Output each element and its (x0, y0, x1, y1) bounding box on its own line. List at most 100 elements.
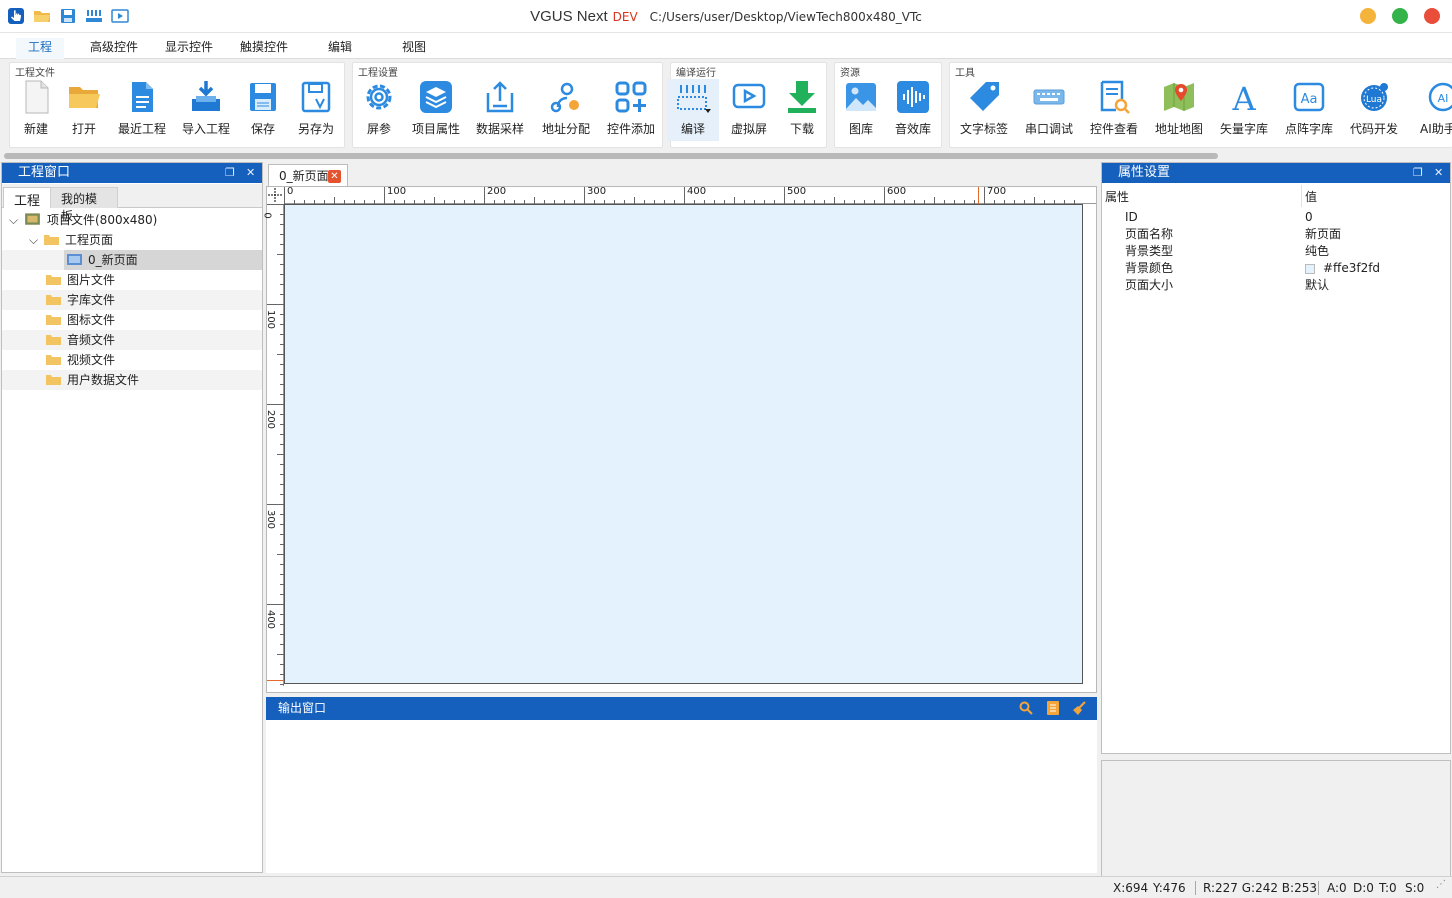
tab-edit[interactable]: 编辑 (328, 38, 352, 55)
close-tab-icon[interactable]: ✕ (328, 170, 341, 183)
project-path: C:/Users/user/Desktop/ViewTech800x480_VT… (649, 10, 922, 24)
folder-icon (46, 295, 61, 305)
minimize-button[interactable] (1360, 8, 1376, 24)
tab-project[interactable]: 工程 (3, 187, 52, 209)
tree-folder-fonts[interactable]: 字库文件 (2, 290, 262, 310)
float-icon[interactable]: ❐ (1413, 163, 1423, 183)
ribbon-scrollbar[interactable] (0, 151, 1452, 161)
scrollbar-thumb[interactable] (4, 153, 1218, 159)
close-icon[interactable]: ✕ (1434, 163, 1443, 183)
tree-page-item[interactable]: 0_新页面 (2, 250, 262, 270)
tab-display-controls[interactable]: 显示控件 (165, 38, 213, 55)
download-button[interactable]: 下载 (772, 79, 832, 141)
tree-folder-pages[interactable]: ⌵ 工程页面 (2, 230, 262, 250)
folder-icon (46, 275, 61, 285)
ribbon-tabs: 工程 高级控件 显示控件 触摸控件 编辑 视图 (0, 33, 1452, 63)
resize-grip-icon[interactable]: ⋰ (1436, 879, 1446, 890)
compile-icon (677, 85, 711, 113)
float-icon[interactable]: ❐ (225, 163, 235, 183)
cursor-y: Y:476 (1153, 881, 1186, 895)
column-value: 值 (1305, 190, 1318, 204)
compile-button[interactable]: 编译 (667, 79, 719, 141)
screen-params-button[interactable]: 屏参 (349, 79, 409, 141)
h-tick-label: 400 (687, 186, 707, 197)
v-tick-label: 300 (265, 509, 277, 530)
close-button[interactable] (1424, 8, 1440, 24)
control-inspect-button[interactable]: 控件查看 (1084, 79, 1144, 141)
vector-font-button[interactable]: A 矢量字库 (1214, 79, 1274, 141)
property-row[interactable]: 背景颜色 #ffe3f2fd (1102, 260, 1450, 277)
download-icon (788, 81, 816, 113)
image-library-button[interactable]: 图库 (831, 79, 891, 141)
editor-area: 0_新页面 ✕ 0 100 200 300 400 500 600 700 0 … (262, 162, 1097, 693)
data-sampling-button[interactable]: 数据采样 (470, 79, 530, 141)
serial-debug-button[interactable]: 串口调试 (1019, 79, 1079, 141)
bitmap-font-button[interactable]: Aa 点阵字库 (1279, 79, 1339, 141)
h-tick-label: 500 (787, 186, 807, 197)
recent-project-button[interactable]: 最近工程 (112, 79, 172, 141)
property-row[interactable]: ID 0 (1102, 209, 1450, 226)
tree-folder-images[interactable]: 图片文件 (2, 270, 262, 290)
image-icon (846, 83, 876, 111)
play-screen-icon (732, 83, 766, 109)
tab-advanced-controls[interactable]: 高级控件 (90, 38, 138, 55)
group-project-settings: 工程设置 屏参 项目属性 数据采样 地址分配 控件添加 (352, 62, 663, 148)
h-tick-label: 100 (387, 186, 407, 197)
svg-text:Aa: Aa (1301, 92, 1318, 107)
open-button[interactable]: 打开 (54, 79, 114, 141)
v-tick-label: 200 (265, 409, 277, 430)
code-dev-button[interactable]: Lua 代码开发 (1344, 79, 1404, 141)
document-tab[interactable]: 0_新页面 ✕ (268, 164, 348, 186)
address-allocation-button[interactable]: 地址分配 (536, 79, 596, 141)
search-icon[interactable] (1018, 700, 1034, 724)
panel-tabs: 工程 我的模板 (2, 184, 262, 223)
property-row[interactable]: 页面大小 默认 (1102, 277, 1450, 294)
save-button[interactable]: 保存 (233, 79, 293, 141)
tree-folder-icons[interactable]: 图标文件 (2, 310, 262, 330)
sound-library-button[interactable]: 音效库 (883, 79, 943, 141)
property-row[interactable]: 页面名称 新页面 (1102, 226, 1450, 243)
lua-icon: Lua (1361, 83, 1388, 111)
tree-root[interactable]: ⌵ 项目文件(800x480) (2, 210, 262, 230)
cursor-x: X:694 (1113, 881, 1149, 895)
text-label-button[interactable]: 文字标签 (954, 79, 1014, 141)
import-project-button[interactable]: 导入工程 (176, 79, 236, 141)
maximize-button[interactable] (1392, 8, 1408, 24)
tree-folder-user-data[interactable]: 用户数据文件 (2, 370, 262, 390)
collapse-chevron-icon[interactable]: ⌵ (29, 230, 44, 250)
tab-my-templates[interactable]: 我的模板 (50, 187, 118, 223)
tab-view[interactable]: 视图 (402, 38, 426, 55)
status-t: T:0 (1379, 881, 1397, 895)
project-properties-button[interactable]: 项目属性 (406, 79, 466, 141)
ruler-corner (267, 187, 284, 204)
group-resources: 资源 图库 音效库 (834, 62, 942, 148)
tree-folder-video[interactable]: 视频文件 (2, 350, 262, 370)
h-tick-label: 200 (487, 186, 507, 197)
log-icon[interactable] (1045, 700, 1061, 724)
group-tools: 工具 文字标签 串口调试 控件查看 地址地图 A 矢量字库 Aa 点阵字库 Lu… (949, 62, 1452, 148)
group-label: 工程文件 (15, 68, 55, 79)
color-swatch[interactable] (1305, 264, 1315, 274)
save-as-button[interactable]: 另存为 (286, 79, 346, 141)
clear-broom-icon[interactable] (1071, 700, 1087, 724)
add-control-button[interactable]: 控件添加 (601, 79, 661, 141)
design-page[interactable] (284, 204, 1083, 684)
import-icon (192, 81, 220, 111)
group-label: 资源 (840, 68, 860, 79)
project-icon (25, 213, 40, 225)
address-map-button[interactable]: 地址地图 (1149, 79, 1209, 141)
h-tick-label: 0 (287, 186, 294, 197)
status-s: S:0 (1405, 881, 1425, 895)
collapse-chevron-icon[interactable]: ⌵ (9, 210, 24, 230)
title-bar: VGUS Next DEV C:/Users/user/Desktop/ViewTe… (0, 0, 1452, 33)
close-icon[interactable]: ✕ (246, 163, 255, 183)
tab-touch-controls[interactable]: 触摸控件 (240, 38, 288, 55)
tree-folder-audio[interactable]: 音频文件 (2, 330, 262, 350)
group-label: 编译运行 (676, 68, 716, 79)
property-row[interactable]: 背景类型 纯色 (1102, 243, 1450, 260)
ai-assistant-button[interactable]: AI AI助手 (1409, 79, 1452, 141)
virtual-screen-button[interactable]: 虚拟屏 (719, 79, 779, 141)
status-d: D:0 (1353, 881, 1374, 895)
folder-icon (46, 335, 61, 345)
recent-doc-icon (132, 82, 153, 112)
